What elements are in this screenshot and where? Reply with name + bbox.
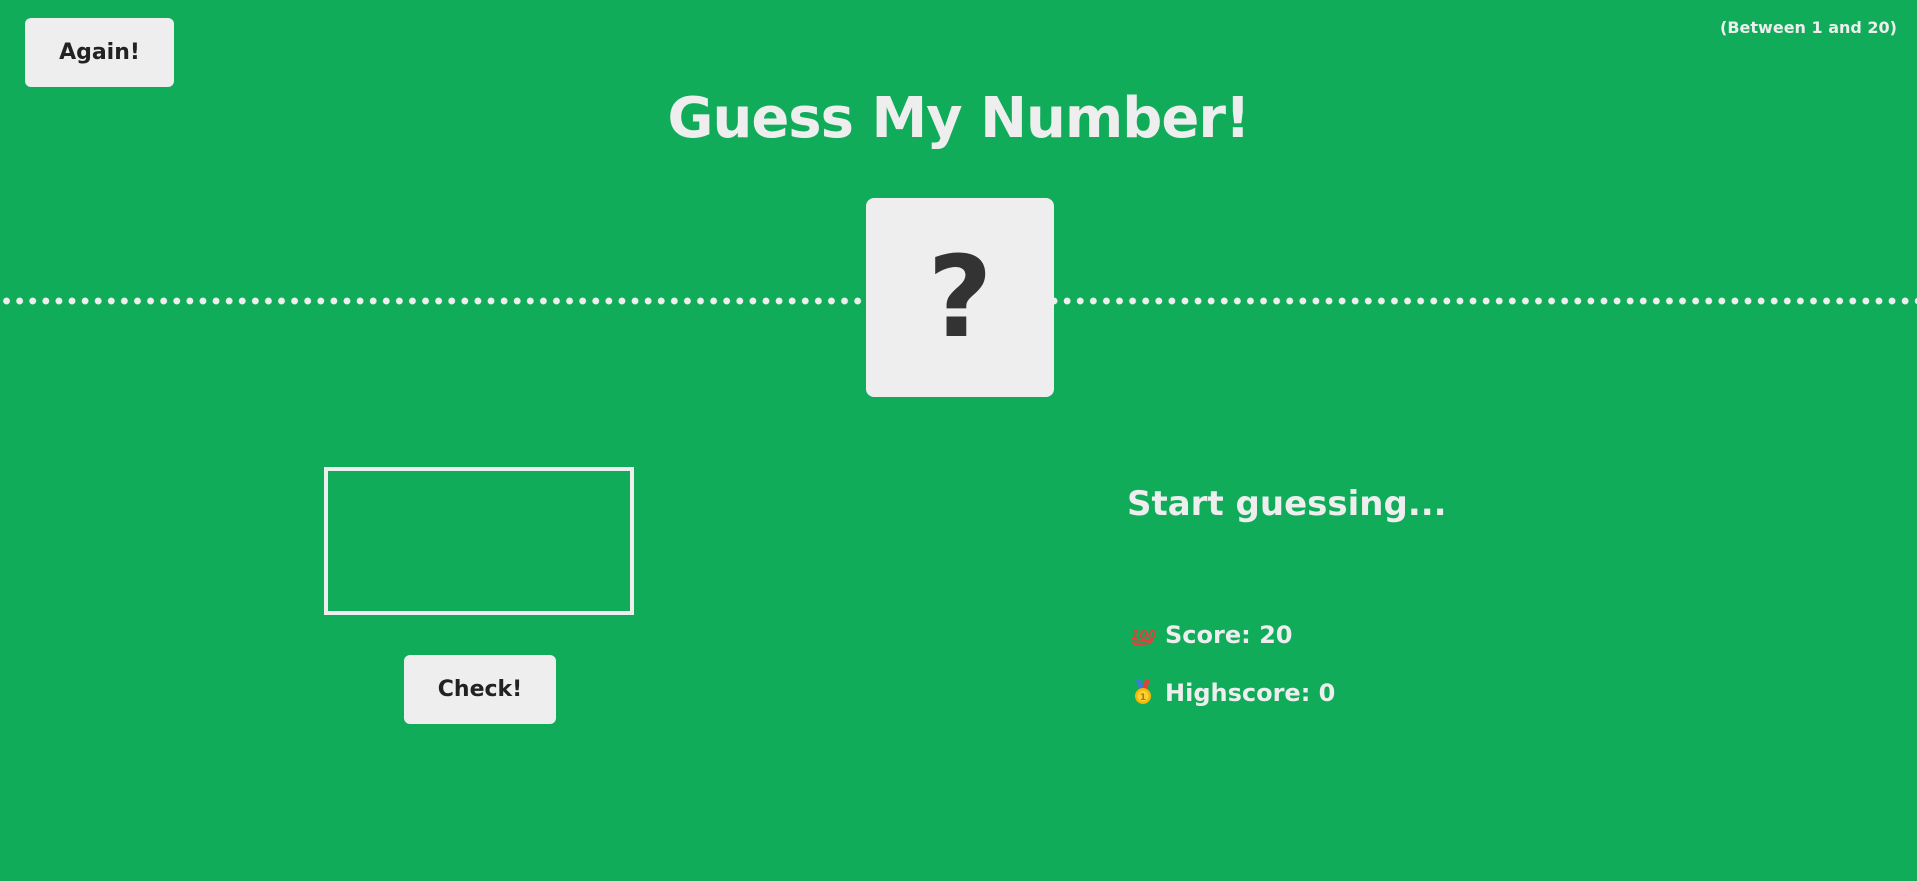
again-button[interactable]: Again! xyxy=(25,18,174,87)
status-message: Start guessing... xyxy=(1127,484,1447,524)
guess-input[interactable] xyxy=(324,467,634,615)
range-hint: (Between 1 and 20) xyxy=(1720,18,1897,37)
medal-icon: 1 xyxy=(1131,680,1155,706)
page-title: Guess My Number! xyxy=(667,86,1250,151)
score-row: 100 Score: 20 xyxy=(1131,621,1292,649)
highscore-row: 1 Highscore: 0 xyxy=(1131,679,1335,707)
highscore-label: Highscore: 0 xyxy=(1165,679,1336,707)
score-label: Score: 20 xyxy=(1165,621,1293,649)
check-button[interactable]: Check! xyxy=(404,655,556,724)
secret-number-box: ? xyxy=(866,198,1054,397)
hundred-points-icon: 100 xyxy=(1131,622,1156,648)
svg-text:1: 1 xyxy=(1140,693,1146,703)
